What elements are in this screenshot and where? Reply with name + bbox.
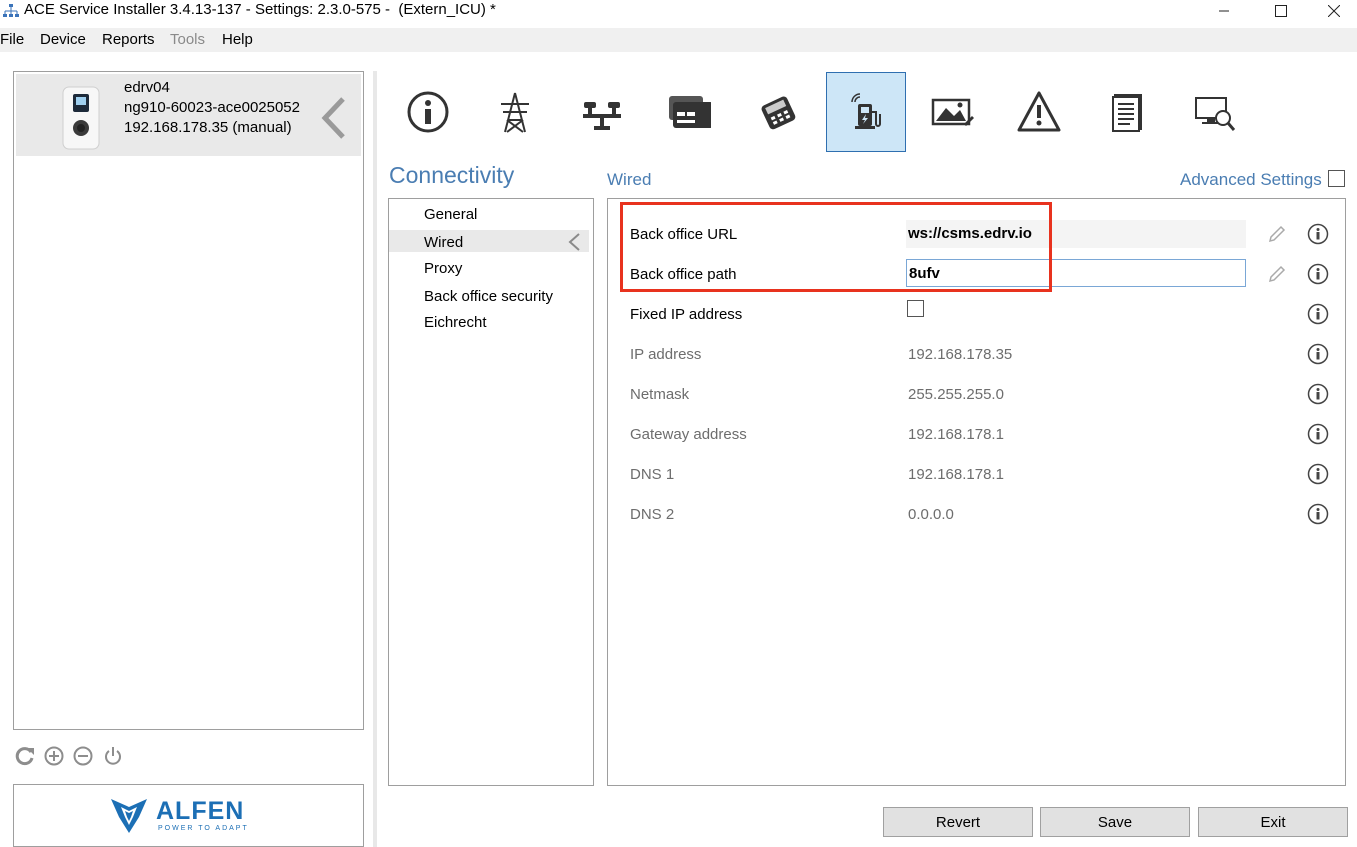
info-icon[interactable]	[1307, 423, 1329, 445]
highlight-box	[620, 202, 1052, 292]
remove-circle-icon[interactable]	[72, 745, 94, 767]
dns2-value: 0.0.0.0	[908, 506, 954, 523]
close-button[interactable]	[1311, 0, 1357, 22]
menu-file[interactable]: File	[0, 31, 24, 48]
toolbar-card[interactable]	[649, 72, 729, 152]
advanced-settings-label: Advanced Settings	[1180, 170, 1322, 189]
toolbar-balance[interactable]	[562, 72, 642, 152]
nav-item-proxy[interactable]: Proxy	[424, 260, 462, 277]
warning-icon	[1017, 91, 1061, 132]
panel-splitter[interactable]	[373, 71, 377, 847]
menu-tools-label: Tools	[170, 31, 206, 48]
alfen-brand-text: ALFEN	[156, 797, 245, 825]
charger-device-icon	[62, 86, 100, 150]
device-tools	[14, 745, 134, 769]
maximize-icon	[1275, 5, 1287, 17]
dns1-value: 192.168.178.1	[908, 466, 1004, 483]
toolbar-document[interactable]	[1087, 72, 1167, 152]
device-address: 192.168.178.35 (manual)	[124, 119, 292, 136]
gateway-value: 192.168.178.1	[908, 426, 1004, 443]
power-tower-icon	[501, 92, 529, 133]
menu-reports[interactable]: Reports	[102, 31, 155, 48]
info-icon	[407, 91, 449, 133]
connectivity-nav: General Wired Proxy Back office security…	[388, 198, 594, 786]
power-icon[interactable]	[102, 745, 124, 767]
refresh-icon[interactable]	[14, 745, 36, 767]
toolbar-grid[interactable]	[475, 72, 555, 152]
add-circle-icon[interactable]	[43, 745, 65, 767]
menu-reports-label: Reports	[102, 31, 155, 48]
connectivity-charger-icon	[851, 93, 881, 129]
chevron-left-icon[interactable]	[319, 96, 349, 140]
fixed-ip-label: Fixed IP address	[630, 306, 743, 323]
display-image-icon	[931, 98, 974, 126]
document-icon	[1112, 94, 1142, 132]
nav-item-back-office-security[interactable]: Back office security	[424, 288, 553, 305]
menu-help-label: Help	[222, 31, 253, 48]
ip-address-label: IP address	[630, 346, 702, 363]
toolbar-connectivity[interactable]	[826, 72, 906, 152]
device-list: edrv04 ng910-60023-ace0025052 192.168.17…	[13, 71, 364, 730]
menu-tools[interactable]: Tools	[170, 31, 205, 48]
chevron-left-icon	[568, 233, 580, 251]
maximize-button[interactable]	[1258, 0, 1304, 22]
menu-file-label: File	[0, 31, 25, 48]
toolbar-diagnostics[interactable]	[1175, 72, 1255, 152]
nav-item-wired[interactable]: Wired	[424, 234, 463, 251]
dns1-label: DNS 1	[630, 466, 675, 483]
info-icon[interactable]	[1307, 463, 1329, 485]
revert-button[interactable]: Revert	[883, 807, 1033, 837]
dns2-label: DNS 2	[630, 506, 675, 523]
device-name: edrv04	[124, 79, 170, 96]
payment-terminal-icon	[761, 96, 796, 130]
info-icon[interactable]	[1307, 343, 1329, 365]
section-title: Connectivity	[389, 162, 515, 188]
subsection-title: Wired	[607, 170, 652, 189]
info-icon[interactable]	[1307, 503, 1329, 525]
device-card[interactable]: edrv04 ng910-60023-ace0025052 192.168.17…	[16, 74, 361, 156]
card-reader-icon	[669, 96, 711, 128]
netmask-label: Netmask	[630, 386, 690, 403]
fixed-ip-checkbox[interactable]	[907, 300, 924, 317]
toolbar-warnings[interactable]	[999, 72, 1079, 152]
menu-help[interactable]: Help	[222, 31, 253, 48]
toolbar-display[interactable]	[912, 72, 992, 152]
monitor-search-icon	[1195, 97, 1236, 131]
app-network-icon	[3, 4, 19, 17]
save-button[interactable]: Save	[1040, 807, 1190, 837]
toolbar-payment[interactable]	[738, 72, 818, 152]
window-title: ACE Service Installer 3.4.13-137 - Setti…	[24, 1, 496, 18]
nav-item-general[interactable]: General	[424, 206, 477, 223]
nav-item-eichrecht[interactable]: Eichrecht	[424, 314, 487, 331]
minimize-icon	[1219, 10, 1229, 12]
info-icon[interactable]	[1307, 223, 1329, 245]
pencil-icon[interactable]	[1266, 263, 1288, 285]
exit-button[interactable]: Exit	[1198, 807, 1348, 837]
minimize-button[interactable]	[1201, 0, 1247, 22]
info-icon[interactable]	[1307, 383, 1329, 405]
alfen-logo-icon	[111, 799, 147, 833]
menu-device-label: Device	[40, 31, 86, 48]
toolbar-info[interactable]	[388, 72, 468, 152]
info-icon[interactable]	[1307, 303, 1329, 325]
pencil-icon[interactable]	[1266, 223, 1288, 245]
netmask-value: 255.255.255.0	[908, 386, 1004, 403]
device-id: ng910-60023-ace0025052	[124, 99, 300, 116]
ip-address-value: 192.168.178.35	[908, 346, 1013, 363]
menu-device[interactable]: Device	[40, 31, 86, 48]
menu-bar: File Device Reports Tools Help	[0, 28, 1357, 52]
advanced-settings-checkbox[interactable]	[1328, 170, 1345, 187]
balance-icon	[583, 102, 621, 130]
gateway-label: Gateway address	[630, 426, 747, 443]
close-icon	[1328, 5, 1340, 17]
info-icon[interactable]	[1307, 263, 1329, 285]
title-bar: ACE Service Installer 3.4.13-137 - Setti…	[0, 0, 1357, 22]
alfen-tagline: POWER TO ADAPT	[158, 825, 249, 832]
nav-selection-highlight	[389, 230, 589, 252]
alfen-logo-box: ALFEN POWER TO ADAPT	[13, 784, 364, 847]
